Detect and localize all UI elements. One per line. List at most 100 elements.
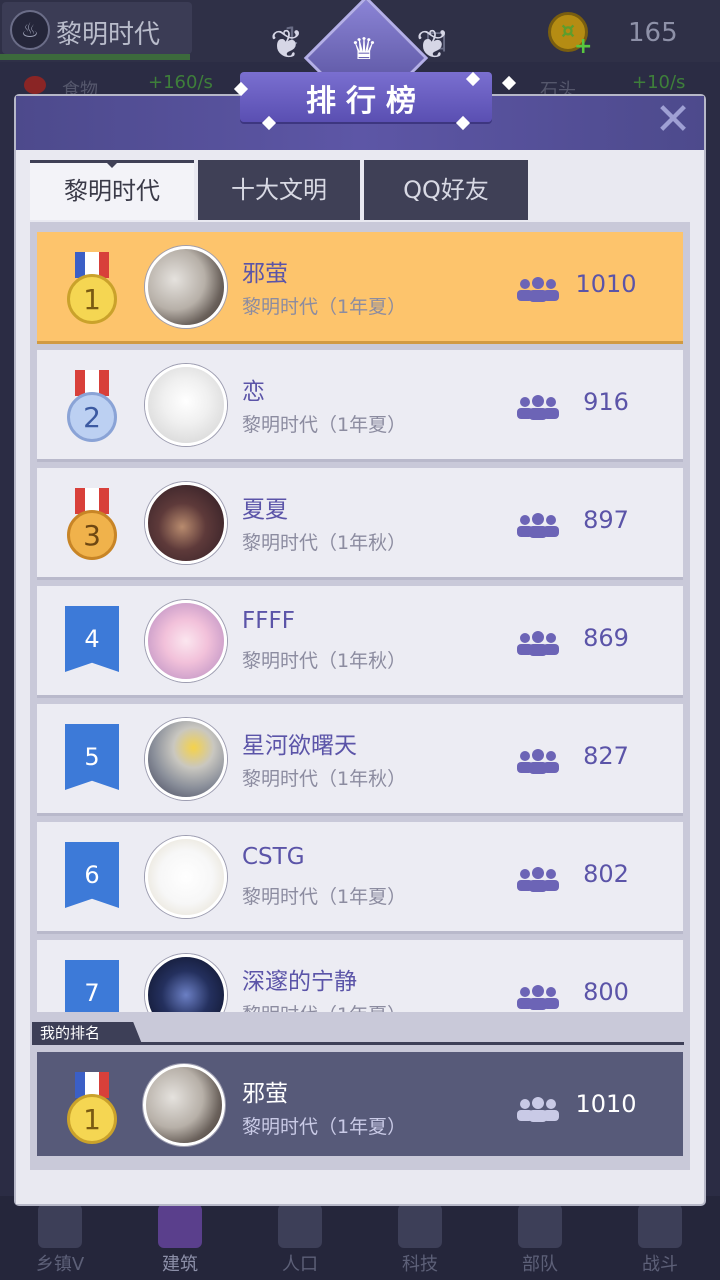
soldier-icon — [518, 1204, 562, 1248]
crown-icon: ♛ — [350, 32, 378, 67]
leaderboard-list[interactable]: 1 邪萤 黎明时代（1年夏） 1010 2 恋 黎明时代（1年夏） 916 3 … — [30, 226, 690, 1012]
player-name: 恋 — [242, 379, 265, 405]
player-era: 黎明时代（1年夏） — [242, 414, 407, 436]
player-era: 黎明时代（1年夏） — [242, 1116, 407, 1138]
laurel-left-icon: ❦ — [270, 22, 304, 68]
add-coin-icon[interactable]: + — [574, 34, 592, 59]
civilization-progress — [0, 54, 190, 60]
avatar[interactable] — [145, 600, 227, 682]
food-rate: +160/s — [148, 72, 213, 93]
avatar[interactable] — [143, 1064, 225, 1146]
player-score: 827 — [583, 742, 629, 770]
leaderboard-row[interactable]: 5 星河欲曙天 黎明时代（1年秋） 827 — [37, 704, 683, 816]
rank-flag: 7 — [65, 960, 119, 1012]
player-era: 黎明时代（1年秋） — [242, 532, 407, 554]
house-icon — [158, 1204, 202, 1248]
player-era: 黎明时代（1年秋） — [242, 768, 407, 790]
nav-battle[interactable]: 战斗 — [600, 1196, 720, 1280]
leaderboard-row[interactable]: 6 CSTG 黎明时代（1年夏） 802 — [37, 822, 683, 934]
rank-flag: 5 — [65, 724, 119, 790]
population-icon — [517, 867, 559, 892]
avatar[interactable] — [145, 246, 227, 328]
rank-flag: 4 — [65, 606, 119, 672]
my-rank-label: 我的排名 — [32, 1022, 142, 1044]
coin-count: 165 — [628, 18, 678, 48]
my-rank-row[interactable]: 1 邪萤 黎明时代（1年夏） 1010 — [37, 1052, 683, 1156]
nav-population[interactable]: 人口 — [240, 1196, 360, 1280]
population-icon — [517, 277, 559, 302]
player-era: 黎明时代（1年秋） — [242, 650, 407, 672]
population-icon — [517, 985, 559, 1010]
player-score: 800 — [583, 978, 629, 1006]
civilization-panel[interactable]: ♨ 黎明时代 — [2, 2, 192, 54]
rank-number: 1 — [67, 1094, 117, 1144]
nav-building[interactable]: 建筑 — [120, 1196, 240, 1280]
leaderboard-row[interactable]: 1 邪萤 黎明时代（1年夏） 1010 — [37, 232, 683, 344]
close-icon: ✕ — [654, 94, 692, 145]
player-era: 黎明时代（1年夏） — [242, 1000, 406, 1012]
player-name: CSTG — [242, 844, 305, 870]
population-icon — [517, 513, 559, 538]
avatar[interactable] — [145, 482, 227, 564]
population-icon — [517, 1097, 559, 1122]
population-icon — [517, 395, 559, 420]
player-era: 黎明时代（1年夏） — [242, 296, 407, 318]
civilization-name: 黎明时代 — [56, 20, 161, 50]
rank-flag: 6 — [65, 842, 119, 908]
nav-label: 战斗 — [642, 1254, 678, 1275]
player-score: 916 — [583, 388, 629, 416]
player-score: 869 — [583, 624, 629, 652]
rank-number: 3 — [67, 510, 117, 560]
avatar[interactable] — [145, 364, 227, 446]
nav-label: 乡镇V — [35, 1254, 85, 1275]
nav-label: 人口 — [282, 1254, 318, 1275]
player-era: 黎明时代（1年夏） — [242, 886, 407, 908]
tab-top-ten[interactable]: 十大文明 — [198, 160, 360, 220]
population-icon — [517, 631, 559, 656]
silver-medal-icon: 2 — [67, 370, 117, 442]
gold-medal-icon: 1 — [67, 1072, 117, 1144]
nav-tech[interactable]: 科技 — [360, 1196, 480, 1280]
player-name: 星河欲曙天 — [242, 733, 357, 759]
avatar[interactable] — [145, 836, 227, 918]
rank-number: 2 — [67, 392, 117, 442]
castle-icon — [38, 1204, 82, 1248]
tab-dawn-age[interactable]: 黎明时代 — [30, 160, 194, 220]
player-name: 夏夏 — [242, 497, 288, 523]
stone-rate: +10/s — [632, 72, 686, 93]
close-button[interactable]: ✕ — [652, 98, 694, 142]
my-rank-divider — [32, 1042, 684, 1045]
tab-arrow — [104, 160, 120, 168]
dialog-corner — [16, 1174, 46, 1204]
player-score: 1010 — [575, 1090, 637, 1118]
leaderboard-row[interactable]: 4 FFFF 黎明时代（1年秋） 869 — [37, 586, 683, 698]
nav-label: 部队 — [522, 1254, 558, 1275]
tab-qq-friends[interactable]: QQ好友 — [364, 160, 528, 220]
nav-town[interactable]: 乡镇V — [0, 1196, 120, 1280]
person-icon — [278, 1204, 322, 1248]
leaderboard-row[interactable]: 7 深邃的宁静 黎明时代（1年夏） 800 — [37, 940, 683, 1012]
player-name: 邪萤 — [242, 261, 288, 287]
fire-icon: ♨ — [10, 10, 50, 50]
nav-label: 建筑 — [162, 1254, 198, 1275]
swords-icon — [638, 1204, 682, 1248]
avatar[interactable] — [145, 954, 227, 1012]
player-score: 1010 — [575, 270, 637, 298]
rank-number: 1 — [67, 274, 117, 324]
leaderboard-row[interactable]: 3 夏夏 黎明时代（1年秋） 897 — [37, 468, 683, 580]
leaderboard-row[interactable]: 2 恋 黎明时代（1年夏） 916 — [37, 350, 683, 462]
nav-troops[interactable]: 部队 — [480, 1196, 600, 1280]
player-name: 邪萤 — [242, 1081, 288, 1107]
nav-label: 科技 — [402, 1254, 438, 1275]
bottom-nav: 乡镇V 建筑 人口 科技 部队 战斗 — [0, 1196, 720, 1280]
food-icon — [24, 76, 46, 94]
avatar[interactable] — [145, 718, 227, 800]
player-name: 深邃的宁静 — [242, 969, 357, 995]
player-score: 897 — [583, 506, 629, 534]
bronze-medal-icon: 3 — [67, 488, 117, 560]
dialog-title: 排行榜 — [306, 84, 426, 119]
player-name: FFFF — [242, 608, 295, 634]
population-icon — [517, 749, 559, 774]
gold-medal-icon: 1 — [67, 252, 117, 324]
book-icon — [398, 1204, 442, 1248]
